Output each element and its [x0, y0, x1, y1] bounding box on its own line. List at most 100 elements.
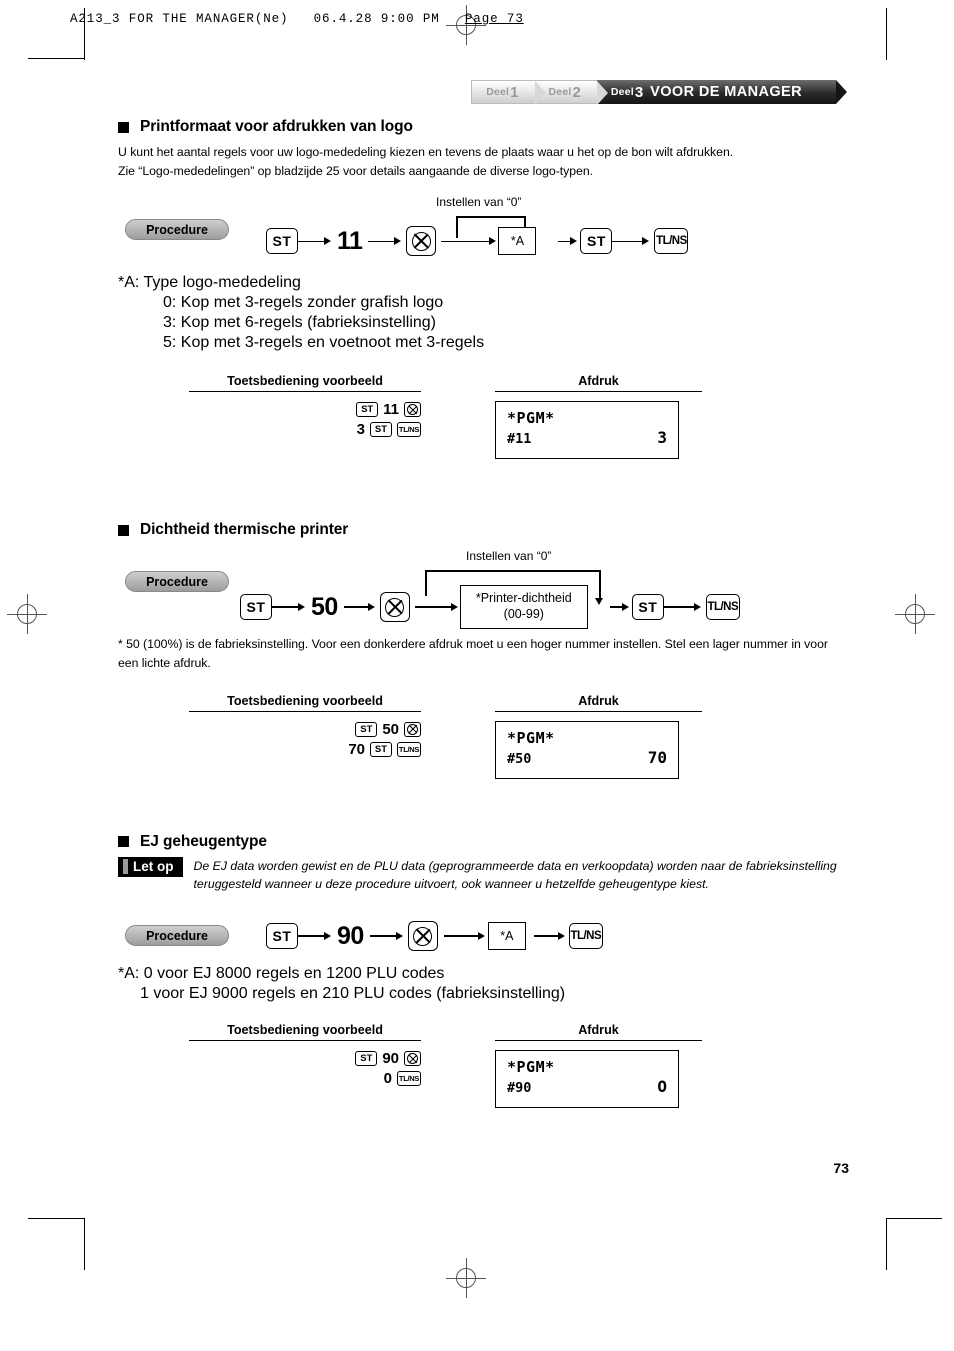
section-thermal-printer-density: Dichtheid thermische printer Procedure I… [118, 521, 838, 779]
skey-tlns[interactable]: TL/NS [397, 741, 421, 757]
flow-arrow-3a [298, 932, 331, 941]
flow-arrow-2f [663, 603, 701, 611]
skey-st[interactable]: ST [355, 1051, 378, 1067]
caution-text: De EJ data worden gewist en de PLU data … [193, 858, 837, 891]
entry-box-2-line-1: *Printer-dichtheid [475, 591, 572, 606]
flow-code-3: 90 [337, 921, 364, 950]
receipt-2-title: *PGM* [507, 728, 555, 747]
registration-mark-bottom [446, 1258, 486, 1298]
procedure-pill-1-label: Procedure [146, 222, 208, 237]
key-st-1b[interactable]: ST [580, 228, 613, 255]
flow-arrow-1d [475, 237, 497, 246]
skey-tlns[interactable]: TL/NS [397, 422, 421, 438]
example-1-key-header: Toetsbediening voorbeeld [189, 374, 421, 393]
example-2-key-header: Toetsbediening voorbeeld [189, 694, 421, 712]
key-tlns-3[interactable]: TL/NS [568, 923, 603, 950]
skey-value: 3 [356, 421, 365, 439]
section-1-procedure-diagram: Procedure Instellen van “0” ST 11 *A ST [118, 192, 838, 270]
flow-arrow-2b [343, 603, 375, 611]
section-2-procedure-diagram: Procedure Instellen van “0” ST 50 *Print… [118, 549, 838, 635]
entry-box-1: *A [498, 227, 537, 256]
key-tlns-1[interactable]: TL/NS [654, 228, 689, 255]
example-3-key-header: Toetsbediening voorbeeld [189, 1023, 421, 1042]
bypass-line-1-horizontal [456, 216, 526, 219]
receipt-1: *PGM* #11 3 [495, 401, 679, 460]
section-3-heading: EJ geheugentype [118, 833, 838, 851]
section-1-notes: *A: Type logo-mededeling 0: Kop met 3-re… [118, 274, 838, 352]
flow-code-1: 11 [337, 226, 363, 255]
procedure-pill-1: Procedure [125, 219, 229, 241]
example-3-key-line-1: ST 90 [189, 1050, 421, 1067]
section-1-notes-title: *A: Type logo-mededeling [118, 274, 301, 292]
flow-arrow-2d [436, 603, 458, 611]
bypass-label-2: Instellen van “0” [466, 549, 552, 564]
multiply-key-icon[interactable] [404, 721, 421, 737]
section-3-procedure-diagram: Procedure ST 90 *A TL/NS [118, 913, 838, 965]
procedure-pill-3: Procedure [125, 925, 229, 947]
example-3-key-line-2: 0 TL/NS [189, 1070, 421, 1087]
key-st-2[interactable]: ST [240, 594, 272, 620]
flow-code-2: 50 [311, 592, 338, 621]
example-1-key-sequence: ST 11 3 ST TL/NS [189, 392, 421, 438]
section-3-note-0: *A: 0 voor EJ 8000 regels en 1200 PLU co… [118, 965, 445, 983]
multiply-key-icon-3[interactable] [407, 921, 438, 952]
flow-arrow-2c [414, 606, 437, 608]
section-3-heading-text: EJ geheugentype [140, 832, 267, 850]
section-1-note-0: 0: Kop met 3-regels zonder grafish logo [163, 294, 444, 312]
section-logo-print-format: Printformaat voor afdrukken van logo U k… [118, 118, 838, 460]
multiply-key-icon-1[interactable] [406, 226, 437, 257]
flow-arrow-3d [533, 932, 565, 941]
procedure-pill-2: Procedure [125, 571, 229, 593]
section-1-key-flow: ST 11 *A ST TL/NS [266, 226, 689, 257]
section-2-key-flow: ST 50 *Printer-dichtheid (00-99) ST TL/N… [240, 585, 740, 629]
multiply-key-icon-2[interactable] [379, 592, 410, 622]
registration-mark-right [895, 594, 935, 634]
flow-arrow-1a [298, 237, 331, 246]
example-1-print-header: Afdruk [495, 374, 702, 393]
skey-st[interactable]: ST [355, 721, 378, 737]
skey-code: 50 [382, 720, 399, 738]
section-3-example: Toetsbediening voorbeeld ST 90 0 TL/NS A… [118, 1023, 838, 1109]
key-tlns-2[interactable]: TL/NS [705, 594, 740, 620]
skey-st[interactable]: ST [370, 422, 392, 438]
bypass-label-1: Instellen van “0” [436, 195, 522, 210]
skey-value: 0 [383, 1070, 392, 1088]
entry-box-3: *A [487, 922, 526, 951]
section-1-note-1: 3: Kop met 6-regels (fabrieksinstelling) [163, 314, 437, 332]
receipt-1-value: 3 [657, 428, 667, 448]
flow-arrow-1b [368, 237, 402, 246]
example-2-key-sequence: ST 50 70 ST TL/NS [189, 712, 421, 758]
crop-mark-top-left-h [28, 58, 84, 59]
section-2-heading-text: Dichtheid thermische printer [140, 521, 349, 539]
caution-block: Let op De EJ data worden gewist en de PL… [118, 856, 838, 893]
skey-st[interactable]: ST [356, 402, 379, 418]
key-st-1[interactable]: ST [266, 228, 298, 255]
multiply-key-icon[interactable] [404, 402, 421, 418]
key-st-3[interactable]: ST [266, 923, 298, 950]
section-2-heading: Dichtheid thermische printer [118, 521, 838, 539]
section-3-notes: *A: 0 voor EJ 8000 regels en 1200 PLU co… [118, 965, 838, 1003]
multiply-key-icon[interactable] [404, 1051, 421, 1067]
crop-mark-bottom-right-v [886, 1218, 887, 1270]
receipt-2-label: #50 [507, 750, 532, 767]
receipt-3-title: *PGM* [507, 1058, 555, 1077]
crop-mark-bottom-left-v [84, 1218, 85, 1270]
receipt-2: *PGM* #50 70 [495, 720, 679, 779]
flow-arrow-1c [441, 240, 476, 243]
procedure-pill-3-label: Procedure [146, 928, 208, 943]
skey-code: 90 [382, 1050, 399, 1068]
flow-arrow-1f [612, 237, 650, 246]
section-bullet-icon [118, 524, 129, 536]
caution-badge-bar-icon [123, 858, 128, 874]
section-2-example: Toetsbediening voorbeeld ST 50 70 ST TL/… [118, 694, 838, 779]
crop-mark-bottom-left-h [28, 1218, 84, 1219]
receipt-1-label: #11 [507, 431, 532, 448]
skey-tlns[interactable]: TL/NS [397, 1071, 421, 1087]
skey-st[interactable]: ST [370, 741, 392, 757]
example-2-key-line-2: 70 ST TL/NS [189, 741, 421, 758]
key-st-2b[interactable]: ST [631, 594, 664, 620]
page-content: Printformaat voor afdrukken van logo U k… [118, 0, 838, 1109]
caution-badge-label: Let op [133, 858, 174, 874]
procedure-pill-2-label: Procedure [146, 574, 208, 589]
flow-arrow-3b [369, 932, 403, 941]
